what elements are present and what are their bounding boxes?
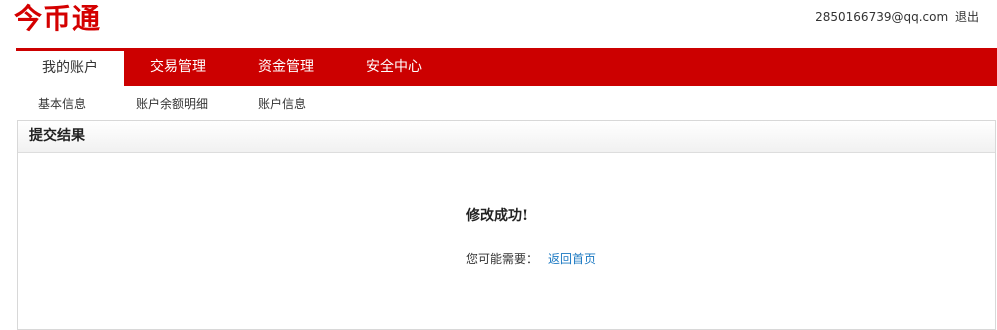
nav-item-trade-management[interactable]: 交易管理 xyxy=(124,48,232,86)
subnav-item-balance-details[interactable]: 账户余额明细 xyxy=(136,86,208,122)
sub-nav: 基本信息 账户余额明细 账户信息 xyxy=(16,86,997,119)
next-step-hint: 您可能需要： 返回首页 xyxy=(466,250,596,267)
nav-item-security-center[interactable]: 安全中心 xyxy=(340,48,448,86)
result-panel: 提交结果 修改成功! 您可能需要： 返回首页 xyxy=(17,120,996,330)
header: 今币通 2850166739@qq.com 退出 xyxy=(0,0,997,48)
site-logo[interactable]: 今币通 xyxy=(14,2,101,36)
main-nav: 我的账户 交易管理 资金管理 安全中心 xyxy=(16,48,997,86)
nav-item-my-account[interactable]: 我的账户 xyxy=(16,51,124,86)
success-message: 修改成功! xyxy=(466,208,529,224)
user-email[interactable]: 2850166739@qq.com xyxy=(815,10,948,24)
subnav-item-basic-info[interactable]: 基本信息 xyxy=(38,86,86,122)
hint-label: 您可能需要： xyxy=(466,252,539,266)
user-area: 2850166739@qq.com 退出 xyxy=(815,9,979,25)
panel-title: 提交结果 xyxy=(18,121,995,153)
return-home-link[interactable]: 返回首页 xyxy=(548,252,596,266)
subnav-item-account-info[interactable]: 账户信息 xyxy=(258,86,306,122)
nav-item-funds-management[interactable]: 资金管理 xyxy=(232,48,340,86)
logout-link[interactable]: 退出 xyxy=(955,10,979,24)
